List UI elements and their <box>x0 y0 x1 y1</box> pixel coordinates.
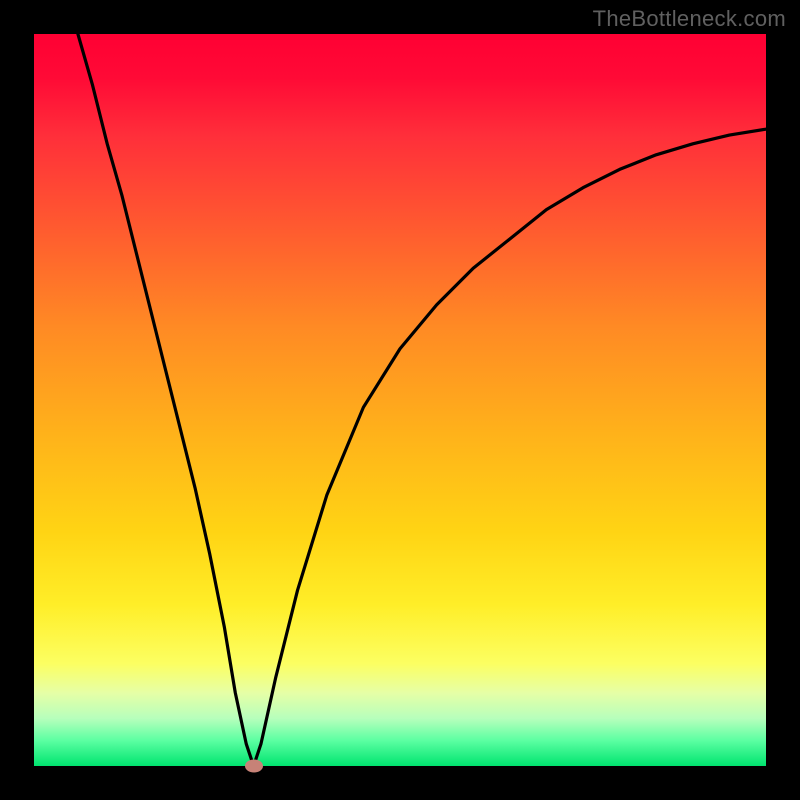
watermark-label: TheBottleneck.com <box>593 6 786 32</box>
plot-area <box>34 34 766 766</box>
chart-canvas: TheBottleneck.com <box>0 0 800 800</box>
minimum-marker <box>245 760 263 773</box>
bottleneck-curve <box>78 34 766 766</box>
curve-layer <box>34 34 766 766</box>
